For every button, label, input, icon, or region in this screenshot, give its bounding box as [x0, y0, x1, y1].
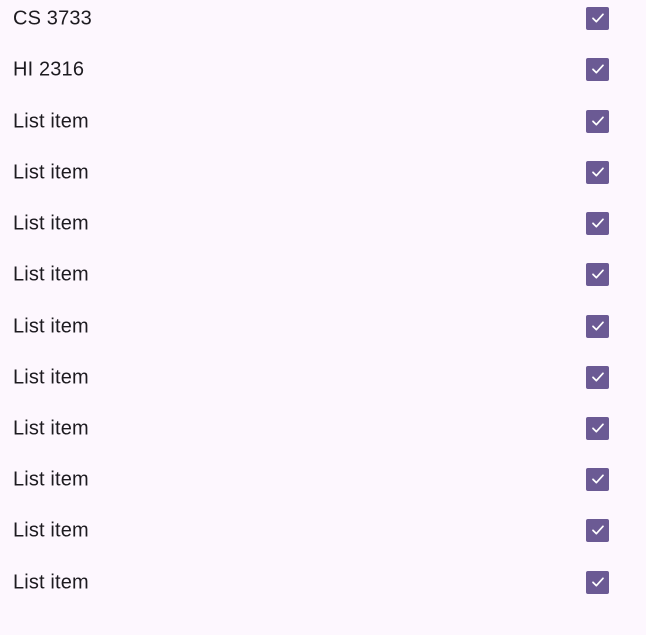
checkbox[interactable] — [586, 109, 609, 133]
list-item[interactable]: CS 3733 — [0, 0, 646, 44]
checkbox[interactable] — [586, 6, 609, 30]
list-item-label: List item — [13, 571, 89, 593]
check-icon — [591, 218, 604, 228]
checkbox[interactable] — [586, 416, 609, 440]
list-item[interactable]: HI 2316 — [0, 44, 646, 95]
check-icon — [591, 116, 604, 126]
checkbox[interactable] — [586, 570, 609, 594]
list-item-label: List item — [13, 110, 89, 132]
check-icon — [591, 269, 604, 279]
checkbox[interactable] — [586, 57, 609, 81]
list-item-label: List item — [13, 468, 89, 490]
list-item[interactable]: List item — [0, 557, 646, 608]
list-item-label: List item — [13, 519, 89, 541]
checkbox[interactable] — [586, 211, 609, 235]
list-item-label: List item — [13, 161, 89, 183]
check-icon — [591, 321, 604, 331]
check-icon — [591, 423, 604, 433]
checkbox[interactable] — [586, 160, 609, 184]
checkbox[interactable] — [586, 365, 609, 389]
checkbox[interactable] — [586, 518, 609, 542]
check-icon — [591, 167, 604, 177]
check-icon — [591, 372, 604, 382]
list-item[interactable]: List item — [0, 96, 646, 147]
list-item-label: HI 2316 — [13, 58, 85, 80]
list-item-label: List item — [13, 417, 89, 439]
list-item-label: CS 3733 — [13, 7, 92, 29]
list-item-label: List item — [13, 366, 89, 388]
list-item[interactable]: List item — [0, 403, 646, 454]
checkbox[interactable] — [586, 262, 609, 286]
list-item[interactable]: List item — [0, 301, 646, 352]
list-item[interactable]: List item — [0, 352, 646, 403]
checkbox-list: CS 3733 HI 2316 List item List item List… — [0, 0, 646, 635]
check-icon — [591, 577, 604, 587]
list-item[interactable]: List item — [0, 249, 646, 300]
list-item-label: List item — [13, 315, 89, 337]
check-icon — [591, 525, 604, 535]
list-item[interactable]: List item — [0, 198, 646, 249]
check-icon — [591, 64, 604, 74]
list-item-label: List item — [13, 212, 89, 234]
check-icon — [591, 474, 604, 484]
checkbox[interactable] — [586, 467, 609, 491]
list-item[interactable]: List item — [0, 505, 646, 556]
list-item-label: List item — [13, 263, 89, 285]
check-icon — [591, 13, 604, 23]
checkbox[interactable] — [586, 314, 609, 338]
list-item[interactable]: List item — [0, 454, 646, 505]
list-item[interactable]: List item — [0, 147, 646, 198]
